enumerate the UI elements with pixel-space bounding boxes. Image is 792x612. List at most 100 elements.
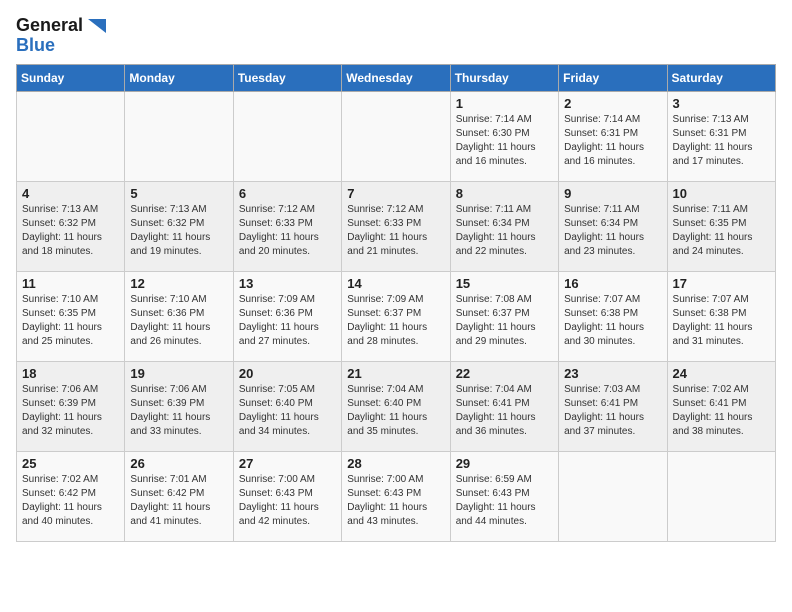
day-number: 24 [673,366,770,381]
calendar-cell: 27 Sunrise: 7:00 AM Sunset: 6:43 PM Dayli… [233,451,341,541]
calendar-cell [667,451,775,541]
weekday-header: Thursday [450,64,558,91]
day-info: Sunrise: 7:01 AM Sunset: 6:42 PM Dayligh… [130,473,227,529]
calendar-cell: 1 Sunrise: 7:14 AM Sunset: 6:30 PM Daylig… [450,91,558,181]
day-number: 1 [456,96,553,111]
calendar-cell: 22 Sunrise: 7:04 AM Sunset: 6:41 PM Dayli… [450,361,558,451]
calendar-cell: 10Sunrise: 7:11 AM Sunset: 6:35 PM Dayli… [667,181,775,271]
calendar-cell: 19Sunrise: 7:06 AM Sunset: 6:39 PM Dayli… [125,361,233,451]
calendar-cell: 25Sunrise: 7:02 AM Sunset: 6:42 PM Dayli… [17,451,125,541]
day-number: 5 [130,186,227,201]
day-number: 22 [456,366,553,381]
calendar-cell [125,91,233,181]
day-info: Sunrise: 7:00 AM Sunset: 6:43 PM Dayligh… [347,473,444,529]
day-number: 3 [673,96,770,111]
day-info: Sunrise: 7:09 AM Sunset: 6:36 PM Dayligh… [239,293,336,349]
calendar-table: SundayMondayTuesdayWednesdayThursdayFrid… [16,64,776,542]
weekday-header: Friday [559,64,667,91]
day-number: 18 [22,366,119,381]
day-number: 27 [239,456,336,471]
calendar-week-row: 25Sunrise: 7:02 AM Sunset: 6:42 PM Dayli… [17,451,776,541]
day-number: 26 [130,456,227,471]
calendar-week-row: 18 Sunrise: 7:06 AM Sunset: 6:39 PM Dayli… [17,361,776,451]
day-info: Sunrise: 7:12 AM Sunset: 6:33 PM Dayligh… [239,203,336,259]
weekday-header: Saturday [667,64,775,91]
day-info: Sunrise: 7:11 AM Sunset: 6:34 PM Dayligh… [564,203,661,259]
day-info: Sunrise: 7:04 AM Sunset: 6:40 PM Dayligh… [347,383,444,439]
calendar-cell: 15 Sunrise: 7:08 AM Sunset: 6:37 PM Dayli… [450,271,558,361]
logo: General Blue [16,16,106,56]
calendar-cell: 11 Sunrise: 7:10 AM Sunset: 6:35 PM Dayli… [17,271,125,361]
calendar-cell: 26 Sunrise: 7:01 AM Sunset: 6:42 PM Dayli… [125,451,233,541]
calendar-cell: 23Sunrise: 7:03 AM Sunset: 6:41 PM Dayli… [559,361,667,451]
day-number: 19 [130,366,227,381]
calendar-cell: 16 Sunrise: 7:07 AM Sunset: 6:38 PM Dayli… [559,271,667,361]
day-number: 20 [239,366,336,381]
calendar-body: 1 Sunrise: 7:14 AM Sunset: 6:30 PM Daylig… [17,91,776,541]
calendar-cell [17,91,125,181]
day-number: 8 [456,186,553,201]
calendar-cell [233,91,341,181]
day-info: Sunrise: 7:05 AM Sunset: 6:40 PM Dayligh… [239,383,336,439]
day-number: 17 [673,276,770,291]
day-number: 15 [456,276,553,291]
day-info: Sunrise: 7:13 AM Sunset: 6:32 PM Dayligh… [22,203,119,259]
calendar-cell: 14 Sunrise: 7:09 AM Sunset: 6:37 PM Dayli… [342,271,450,361]
day-info: Sunrise: 7:11 AM Sunset: 6:34 PM Dayligh… [456,203,553,259]
day-number: 11 [22,276,119,291]
weekday-row: SundayMondayTuesdayWednesdayThursdayFrid… [17,64,776,91]
calendar-cell: 17 Sunrise: 7:07 AM Sunset: 6:38 PM Dayli… [667,271,775,361]
day-info: Sunrise: 7:14 AM Sunset: 6:30 PM Dayligh… [456,113,553,169]
day-info: Sunrise: 7:13 AM Sunset: 6:32 PM Dayligh… [130,203,227,259]
day-number: 28 [347,456,444,471]
day-number: 4 [22,186,119,201]
calendar-cell: 7Sunrise: 7:12 AM Sunset: 6:33 PM Daylig… [342,181,450,271]
calendar-cell: 24 Sunrise: 7:02 AM Sunset: 6:41 PM Dayli… [667,361,775,451]
day-info: Sunrise: 7:09 AM Sunset: 6:37 PM Dayligh… [347,293,444,349]
calendar-cell: 20 Sunrise: 7:05 AM Sunset: 6:40 PM Dayli… [233,361,341,451]
day-info: Sunrise: 7:02 AM Sunset: 6:42 PM Dayligh… [22,473,119,529]
calendar-week-row: 1 Sunrise: 7:14 AM Sunset: 6:30 PM Daylig… [17,91,776,181]
day-number: 21 [347,366,444,381]
day-number: 9 [564,186,661,201]
day-info: Sunrise: 7:07 AM Sunset: 6:38 PM Dayligh… [564,293,661,349]
day-info: Sunrise: 6:59 AM Sunset: 6:43 PM Dayligh… [456,473,553,529]
calendar-cell: 4 Sunrise: 7:13 AM Sunset: 6:32 PM Daylig… [17,181,125,271]
weekday-header: Wednesday [342,64,450,91]
weekday-header: Sunday [17,64,125,91]
calendar-cell: 12 Sunrise: 7:10 AM Sunset: 6:36 PM Dayli… [125,271,233,361]
calendar-cell: 21 Sunrise: 7:04 AM Sunset: 6:40 PM Dayli… [342,361,450,451]
calendar-cell: 2 Sunrise: 7:14 AM Sunset: 6:31 PM Daylig… [559,91,667,181]
header: General Blue [16,16,776,56]
day-info: Sunrise: 7:02 AM Sunset: 6:41 PM Dayligh… [673,383,770,439]
day-info: Sunrise: 7:04 AM Sunset: 6:41 PM Dayligh… [456,383,553,439]
day-number: 12 [130,276,227,291]
calendar-cell: 29 Sunrise: 6:59 AM Sunset: 6:43 PM Dayli… [450,451,558,541]
day-info: Sunrise: 7:06 AM Sunset: 6:39 PM Dayligh… [22,383,119,439]
day-number: 14 [347,276,444,291]
day-number: 6 [239,186,336,201]
calendar-header: SundayMondayTuesdayWednesdayThursdayFrid… [17,64,776,91]
calendar-cell: 28 Sunrise: 7:00 AM Sunset: 6:43 PM Dayli… [342,451,450,541]
day-info: Sunrise: 7:13 AM Sunset: 6:31 PM Dayligh… [673,113,770,169]
day-info: Sunrise: 7:10 AM Sunset: 6:35 PM Dayligh… [22,293,119,349]
calendar-cell: 5 Sunrise: 7:13 AM Sunset: 6:32 PM Daylig… [125,181,233,271]
day-info: Sunrise: 7:14 AM Sunset: 6:31 PM Dayligh… [564,113,661,169]
weekday-header: Monday [125,64,233,91]
day-info: Sunrise: 7:03 AM Sunset: 6:41 PM Dayligh… [564,383,661,439]
calendar-cell: 9 Sunrise: 7:11 AM Sunset: 6:34 PM Daylig… [559,181,667,271]
day-number: 13 [239,276,336,291]
day-info: Sunrise: 7:08 AM Sunset: 6:37 PM Dayligh… [456,293,553,349]
day-number: 10 [673,186,770,201]
day-number: 2 [564,96,661,111]
day-info: Sunrise: 7:12 AM Sunset: 6:33 PM Dayligh… [347,203,444,259]
calendar-cell [342,91,450,181]
day-info: Sunrise: 7:07 AM Sunset: 6:38 PM Dayligh… [673,293,770,349]
day-info: Sunrise: 7:10 AM Sunset: 6:36 PM Dayligh… [130,293,227,349]
weekday-header: Tuesday [233,64,341,91]
day-info: Sunrise: 7:00 AM Sunset: 6:43 PM Dayligh… [239,473,336,529]
day-number: 29 [456,456,553,471]
calendar-cell: 3 Sunrise: 7:13 AM Sunset: 6:31 PM Daylig… [667,91,775,181]
day-number: 16 [564,276,661,291]
calendar-cell: 6 Sunrise: 7:12 AM Sunset: 6:33 PM Daylig… [233,181,341,271]
